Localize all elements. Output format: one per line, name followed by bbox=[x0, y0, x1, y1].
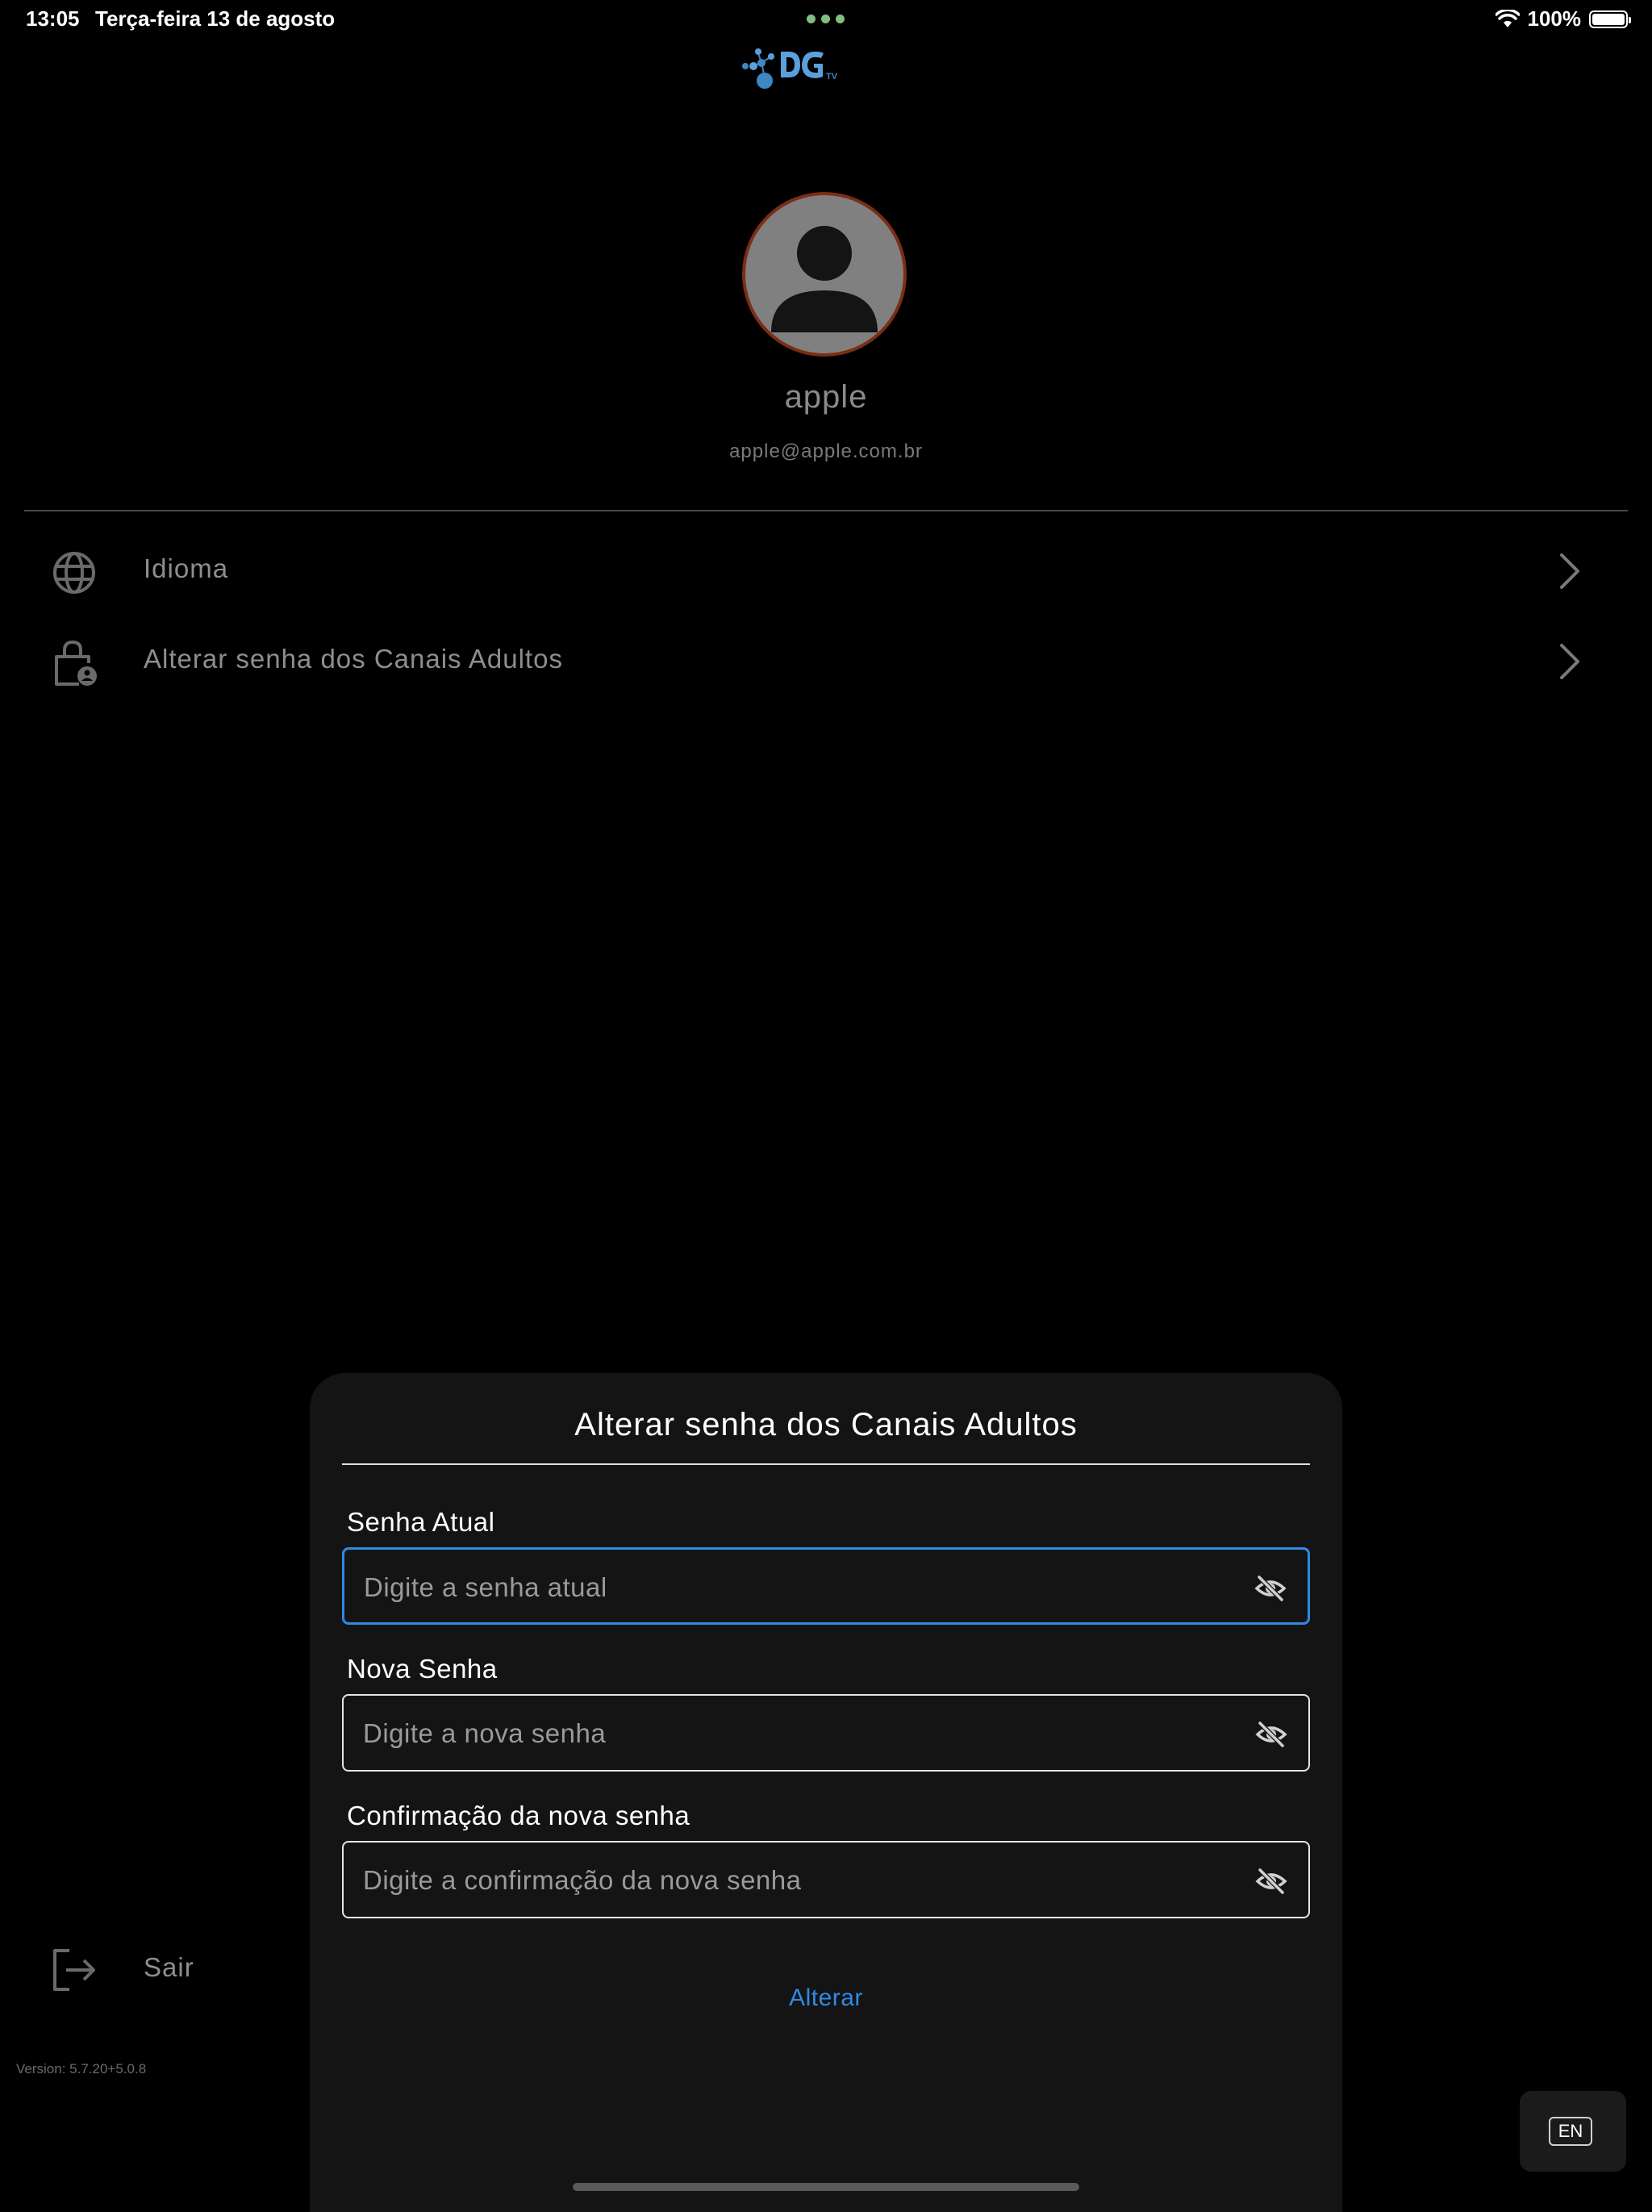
svg-text:TV: TV bbox=[826, 72, 838, 81]
confirm-password-input[interactable] bbox=[361, 1843, 1220, 1918]
menu-item-language[interactable]: Idioma bbox=[0, 529, 1652, 610]
change-password-button[interactable]: Alterar bbox=[745, 1974, 907, 2022]
status-bar: 13:05 Terça-feira 13 de agosto 100% bbox=[0, 0, 1652, 39]
globe-icon bbox=[53, 552, 95, 594]
confirm-password-field[interactable] bbox=[342, 1841, 1310, 1918]
sheet-divider bbox=[342, 1463, 1310, 1465]
status-date: Terça-feira 13 de agosto bbox=[95, 6, 336, 31]
chevron-right-icon bbox=[1560, 644, 1579, 679]
person-icon bbox=[771, 226, 878, 332]
sheet-title: Alterar senha dos Canais Adultos bbox=[574, 1407, 1078, 1442]
current-password-field[interactable] bbox=[342, 1547, 1310, 1626]
new-password-input[interactable] bbox=[361, 1696, 1220, 1772]
menu-item-language-label: Idioma bbox=[144, 553, 229, 583]
lock-icon bbox=[55, 640, 97, 686]
profile-divider bbox=[24, 510, 1628, 511]
new-password-label: Nova Senha bbox=[347, 1654, 498, 1684]
avatar[interactable] bbox=[742, 192, 907, 357]
language-badge: EN bbox=[1549, 2117, 1592, 2146]
menu-item-change-adult-password[interactable]: Alterar senha dos Canais Adultos bbox=[0, 620, 1652, 700]
menu-item-change-adult-password-label: Alterar senha dos Canais Adultos bbox=[144, 644, 563, 674]
multitasking-dots-icon[interactable] bbox=[807, 15, 845, 23]
app-version: Version: 5.7.20+5.0.8 bbox=[16, 2061, 147, 2076]
battery-icon bbox=[1589, 10, 1631, 28]
new-password-field[interactable] bbox=[342, 1694, 1310, 1772]
confirm-password-label: Confirmação da nova senha bbox=[347, 1801, 690, 1830]
logout-label: Sair bbox=[144, 1952, 194, 1982]
change-password-sheet: Alterar senha dos Canais Adultos Senha A… bbox=[310, 1373, 1342, 2212]
current-password-input[interactable] bbox=[362, 1550, 1220, 1626]
logout-button[interactable]: Sair bbox=[0, 1928, 323, 2009]
current-password-label: Senha Atual bbox=[347, 1507, 495, 1537]
eye-off-icon[interactable] bbox=[1255, 1718, 1287, 1751]
dgtv-logo: TV bbox=[742, 48, 838, 89]
profile-email: apple@apple.com.br bbox=[729, 440, 923, 462]
battery-percentage: 100% bbox=[1527, 6, 1582, 31]
chevron-right-icon bbox=[1560, 553, 1579, 589]
eye-off-icon[interactable] bbox=[1254, 1572, 1287, 1605]
logout-icon bbox=[53, 1949, 95, 1991]
eye-off-icon[interactable] bbox=[1255, 1865, 1287, 1897]
status-right: 100% bbox=[1495, 6, 1631, 31]
wifi-icon bbox=[1495, 9, 1520, 27]
language-toggle-button[interactable]: EN bbox=[1520, 2091, 1626, 2172]
status-time: 13:05 bbox=[26, 6, 80, 31]
profile-name: apple bbox=[784, 379, 868, 415]
home-indicator[interactable] bbox=[573, 2183, 1079, 2191]
